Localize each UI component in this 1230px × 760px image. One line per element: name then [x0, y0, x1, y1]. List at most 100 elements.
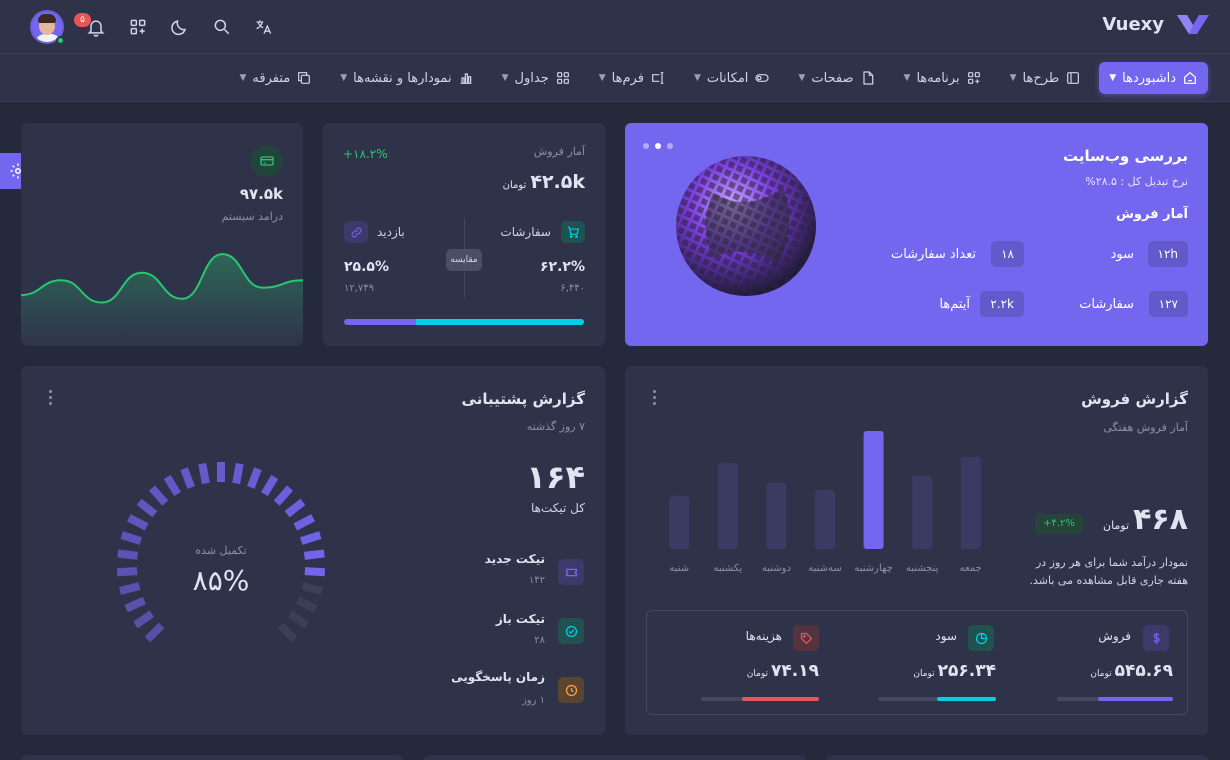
gauge-segment	[116, 567, 138, 577]
chevron-down-icon: ▼	[798, 73, 806, 83]
shortcuts-icon[interactable]	[128, 17, 148, 37]
gauge-segment	[273, 485, 293, 506]
stat-progress	[701, 697, 819, 701]
check-circle-icon	[558, 618, 584, 644]
nav-item-apps[interactable]: برنامه‌ها ▼	[894, 62, 992, 94]
carousel-dot[interactable]	[667, 143, 673, 149]
stat-progress-fill	[937, 697, 996, 701]
gauge-segment	[301, 582, 323, 595]
gauge-segment	[119, 582, 141, 595]
chevron-down-icon: ▼	[598, 73, 606, 83]
nav-item-label: فرم‌ها	[611, 70, 644, 86]
search-icon[interactable]	[212, 17, 232, 37]
card-peek	[424, 755, 806, 760]
support-title: گزارش پشتیبانی	[461, 390, 585, 408]
notifications-button[interactable]: ۵	[74, 13, 106, 37]
orders-progress-fill	[416, 319, 584, 325]
card-peek	[826, 755, 1208, 760]
gauge-segment	[180, 467, 195, 489]
pie-icon	[968, 625, 994, 651]
nav-item-dashboards[interactable]: داشبوردها ▼	[1099, 62, 1208, 94]
brand[interactable]: Vuexy	[1102, 12, 1210, 36]
clock-icon	[558, 677, 584, 703]
copy-icon	[298, 72, 311, 84]
orders-visits-progress	[344, 319, 584, 325]
gauge-segment	[124, 596, 147, 613]
language-icon[interactable]	[254, 17, 274, 37]
toggle-icon	[755, 74, 770, 82]
gauge-segment	[284, 498, 306, 518]
top-actions: ۵	[30, 10, 274, 45]
stat-progress-fill	[742, 697, 819, 701]
nav-item-label: طرح‌ها	[1022, 70, 1060, 86]
gauge-value: ۸۵%	[192, 564, 250, 597]
analytics-label: تعداد سفارشات	[890, 247, 976, 262]
nav-item-charts-maps[interactable]: نمودارها و نقشه‌ها ▼	[330, 62, 483, 94]
apps-icon	[967, 72, 980, 84]
notification-badge: ۵	[74, 13, 91, 27]
gauge-segment	[127, 514, 149, 531]
analytics-value: ۱۸	[991, 241, 1024, 267]
orders-label: سفارشات	[500, 225, 551, 239]
nav-item-forms[interactable]: فرم‌ها ▼	[589, 62, 676, 94]
cart-icon	[561, 221, 585, 243]
revenue-value: ۹۷.۵k	[239, 185, 283, 203]
bar-category-label: دوشنبه	[762, 563, 791, 574]
tag-icon	[793, 625, 819, 651]
more-vertical-icon[interactable]	[653, 390, 657, 408]
revenue-card: ۹۷.۵k درامد سیستم	[21, 123, 303, 346]
sphere-illustration	[676, 156, 816, 296]
analytics-label: آیتم‌ها	[939, 297, 970, 312]
stat-progress-fill	[1097, 697, 1173, 701]
stat-value: ۲۵۶.۳۴	[937, 661, 996, 681]
analytics-value: ۲.۲k	[980, 291, 1024, 317]
carousel-dot-active[interactable]	[655, 143, 661, 149]
chevron-down-icon: ▼	[501, 73, 509, 83]
bar	[912, 475, 933, 549]
more-vertical-icon[interactable]	[49, 390, 53, 408]
analytics-subtitle: نرخ تبدیل کل : ۲۸.۵%	[1085, 175, 1188, 188]
analytics-section-title: آمار فروش	[1115, 207, 1188, 222]
gauge-segment	[277, 622, 298, 643]
bar-category-label: سه‌شنبه	[808, 563, 842, 574]
gauge-segment	[149, 485, 169, 506]
stat-progress	[1057, 697, 1173, 701]
nav-item-layouts[interactable]: طرح‌ها ▼	[1000, 62, 1092, 94]
nav-item-label: جداول	[514, 70, 549, 86]
sales-report-value: ۴۶۸	[1133, 502, 1188, 537]
visits-count: ۱۲,۷۴۹	[344, 283, 375, 294]
bar	[863, 431, 884, 549]
bar	[717, 462, 738, 549]
nav-item-label: داشبوردها	[1122, 70, 1176, 86]
stat-label: سود	[935, 629, 957, 643]
gauge-segment	[163, 474, 181, 497]
bar	[815, 490, 835, 549]
nav-item-features[interactable]: امکانات ▼	[684, 62, 780, 94]
currency-label: تومان	[1090, 669, 1112, 679]
growth-badge: +۴.۲%	[1035, 514, 1083, 534]
nav-item-label: برنامه‌ها	[916, 70, 960, 86]
nav-item-pages[interactable]: صفحات ▼	[788, 62, 885, 94]
support-item-title: تیکت جدید	[484, 552, 545, 566]
sales-overview-title: آمار فروش	[533, 145, 585, 158]
sales-overview-card: آمار فروش +۱۸.۲% ۴۲.۵k تومان سفارشات باز…	[323, 123, 605, 346]
bar-category-label: چهارشنبه	[854, 563, 892, 574]
sales-value: ۴۲.۵k	[530, 171, 585, 193]
nav-item-label: امکانات	[706, 70, 749, 86]
sales-stats-box: فروش ۵۴۵.۶۹ تومان سود ۲۵۶.۳۴ تومان هزینه…	[646, 610, 1188, 715]
main-nav: داشبوردها ▼ طرح‌ها ▼ برنامه‌ها ▼ صفحات ▼…	[0, 54, 1230, 102]
gauge-segment	[295, 596, 318, 613]
nav-item-misc[interactable]: متفرقه ▼	[229, 62, 322, 94]
carousel-dot[interactable]	[643, 143, 649, 149]
support-subtitle: ۷ روز گذشته	[526, 420, 585, 433]
chevron-down-icon: ▼	[1009, 73, 1017, 83]
moon-icon[interactable]	[170, 17, 190, 37]
nav-item-tables[interactable]: جداول ▼	[492, 62, 581, 94]
bar	[766, 482, 787, 549]
chevron-down-icon: ▼	[239, 73, 247, 83]
orders-count: ۶,۴۴۰	[560, 283, 585, 294]
stat-progress	[878, 697, 996, 701]
carousel-indicators[interactable]	[643, 143, 673, 149]
gauge-segment	[247, 467, 262, 489]
currency-label: تومان	[746, 669, 769, 679]
